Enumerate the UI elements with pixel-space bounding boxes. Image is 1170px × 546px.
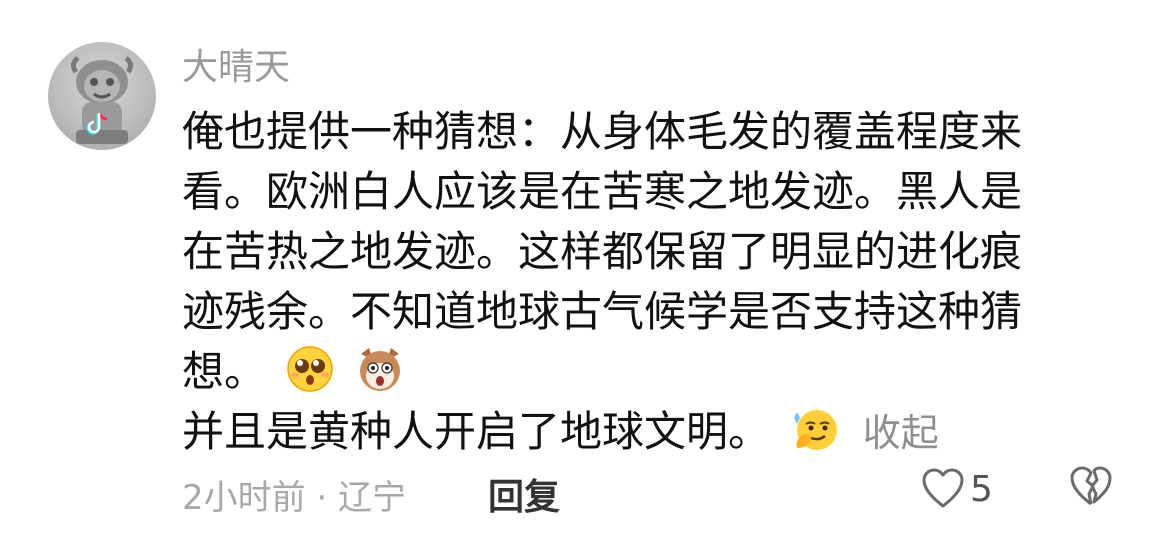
comment-line: 俺也提供一种猜想：从身体毛发的覆盖程度来 [182,107,1023,156]
surprised-dog-emoji-icon [359,347,400,391]
dislike-button[interactable] [1068,464,1114,514]
pleading-face-emoji-icon [287,345,334,392]
reply-button[interactable]: 回复 [488,468,560,520]
timestamp-location: 2小时前 · 辽宁 [182,478,407,518]
comment-line: 迹残余。不知道地球古气候学是否支持这种猜 [182,287,1023,336]
username[interactable]: 大晴天 [182,46,290,90]
like-button[interactable]: 5 [920,464,993,514]
comment-line: 并且是黄种人开启了地球文明。 [182,407,771,456]
comment-line: 想。 [182,347,267,396]
comment-meta-row: 2小时前 · 辽宁 回复 5 [182,462,1142,518]
collapse-button[interactable]: 收起 [863,411,939,455]
comment-body: 俺也提供一种猜想：从身体毛发的覆盖程度来 看。欧洲白人应该是在苦寒之地发迹。黑人… [182,102,1102,462]
smirk-thinking-emoji-icon [794,409,838,450]
stone-lion-avatar-icon [70,56,134,144]
like-count: 5 [970,468,993,510]
avatar[interactable] [48,42,156,150]
comment-line: 看。欧洲白人应该是在苦寒之地发迹。黑人是 [182,167,1023,216]
broken-heart-icon [1070,466,1112,506]
comment-line-with-emojis: 想。 [182,342,1102,402]
heart-outline-icon [922,468,964,508]
comment-line-with-collapse: 并且是黄种人开启了地球文明。 收起 [182,402,1102,462]
comment-line: 在苦热之地发迹。这样都保留了明显的进化痕 [182,227,1023,276]
comment-card: 大晴天 俺也提供一种猜想：从身体毛发的覆盖程度来 看。欧洲白人应该是在苦寒之地发… [0,0,1170,546]
